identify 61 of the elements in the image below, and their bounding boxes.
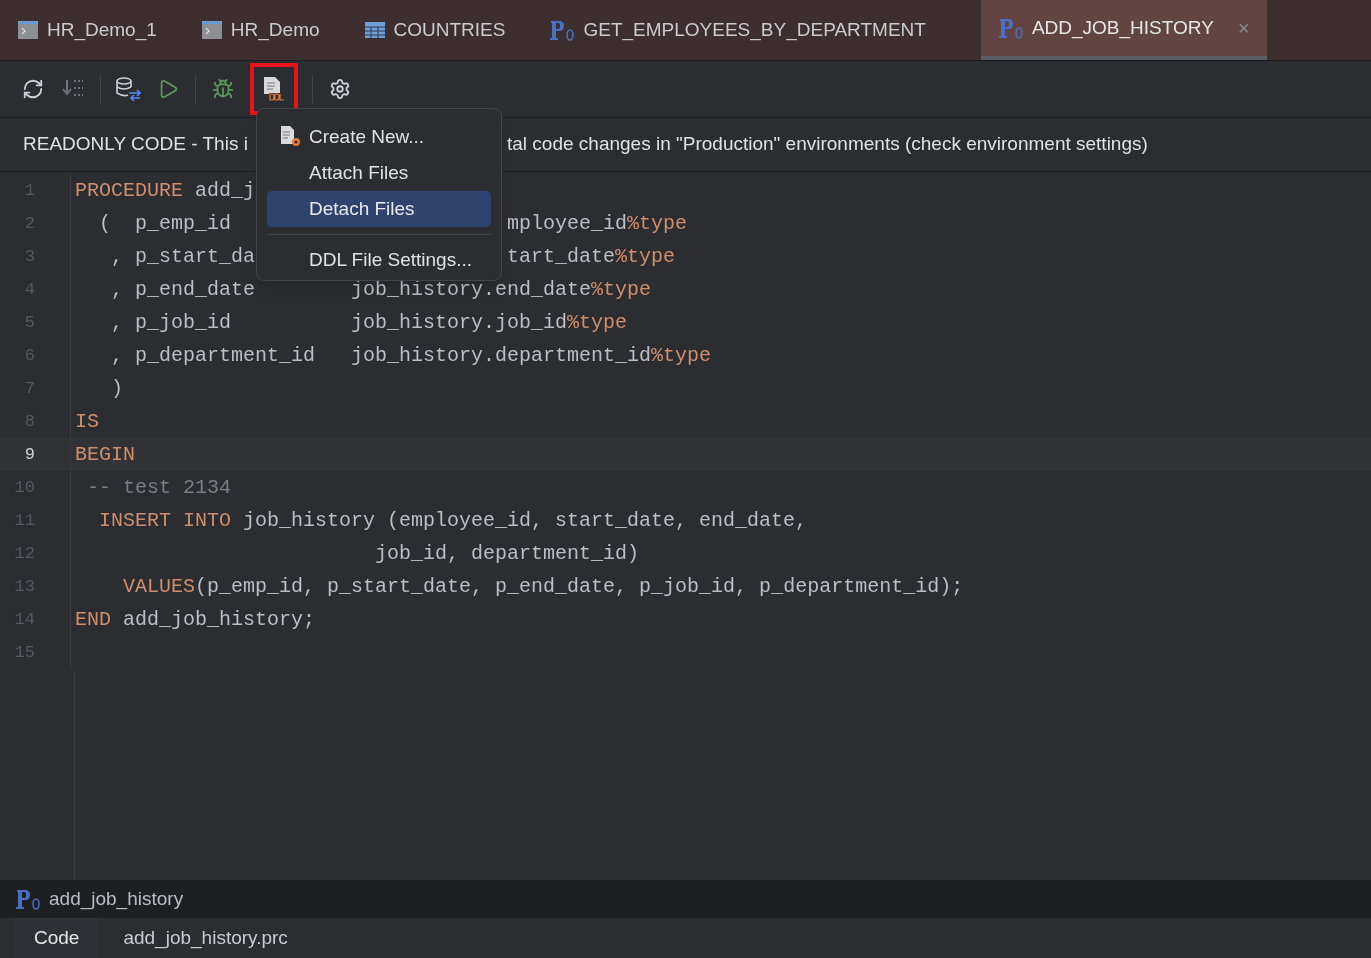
settings-icon[interactable] [329,78,351,100]
tab-label: HR_Demo_1 [47,17,157,43]
code-keyword: INSERT INTO [98,507,232,534]
procedure-icon [549,18,576,42]
code-keyword: BEGIN [75,441,135,468]
editor-tab[interactable]: ADD_JOB_HISTORY × [980,0,1267,60]
code-keyword: %type [615,244,676,268]
menu-item-label: Attach Files [309,160,409,185]
menu-item-label: Create New... [309,124,425,149]
code-keyword: %type [567,309,628,336]
code-text: , p_department_id job_history.department_id [110,342,652,369]
code-keyword: %type [651,342,712,369]
table-icon [363,21,386,39]
menu-item[interactable]: DDL File Settings... [267,242,491,278]
code-text: add_job_history; [122,606,316,633]
code-text: job_id, department_id) [374,540,640,567]
readonly-banner-text: READONLY CODE - This i [23,132,248,157]
code-text: ) [110,375,123,402]
code-keyword: IS [75,408,99,435]
editor-tab[interactable]: HR_Demo_1 [0,0,174,60]
code-text: mployee_id [507,211,628,235]
database-arrows-icon[interactable] [115,76,141,102]
code-keyword: %type [627,211,688,235]
breadcrumb-label[interactable]: add_job_history [49,884,184,914]
tab-label: HR_Demo [230,17,320,43]
procedure-icon [15,887,41,911]
menu-item-label: DDL File Settings... [309,247,472,272]
editor-tab[interactable]: HR_Demo [183,0,337,60]
code-text: , p_end_date job_history.end_date [110,276,592,303]
tab-label: GET_EMPLOYEES_BY_DEPARTMENT [583,17,926,43]
menu-item[interactable]: Attach Files [267,155,491,191]
code-keyword: VALUES [122,573,196,600]
code-text: add_j [194,177,256,204]
code-keyword: END [75,606,111,633]
line-number: 9 [23,443,35,466]
code-keyword: %type [591,276,652,303]
code-text: , p_start_da [110,244,256,268]
editor-tab[interactable]: COUNTRIES [346,0,523,60]
code-text: ( p_emp_id [98,211,232,235]
tab-label: ADD_JOB_HISTORY [1031,15,1214,41]
procedure-icon [997,16,1024,40]
bottom-tab[interactable]: add_job_history.prc [103,918,308,958]
readonly-banner-text: tal code changes in "Production" environments (check environment settings) [507,132,1148,157]
new-file-icon [279,125,303,149]
menu-item[interactable]: Detach Files [267,191,491,227]
code-text: (p_emp_id, p_start_date, p_end_date, p_job_id, p_department_id); [195,573,964,600]
code-text: job_history (employee_id, start_date, end_date, [242,507,808,534]
debug-icon[interactable] [212,78,234,100]
console-icon [200,20,223,40]
code-text: tart_date [507,244,616,268]
code-text: , p_job_id job_history.job_id [110,309,568,336]
code-keyword: PROCEDURE [75,177,184,204]
tab-label: COUNTRIES [393,17,506,42]
code-comment: -- test 2134 [86,474,232,501]
ddl-file-icon[interactable] [262,76,286,102]
bottom-tab[interactable]: Code [14,918,100,958]
editor-tab[interactable]: GET_EMPLOYEES_BY_DEPARTMENT [532,0,943,60]
console-icon [17,20,39,40]
menu-item[interactable]: Create New... [267,119,491,155]
menu-item-label: Detach Files [309,196,415,221]
refresh-icon[interactable] [22,78,44,100]
